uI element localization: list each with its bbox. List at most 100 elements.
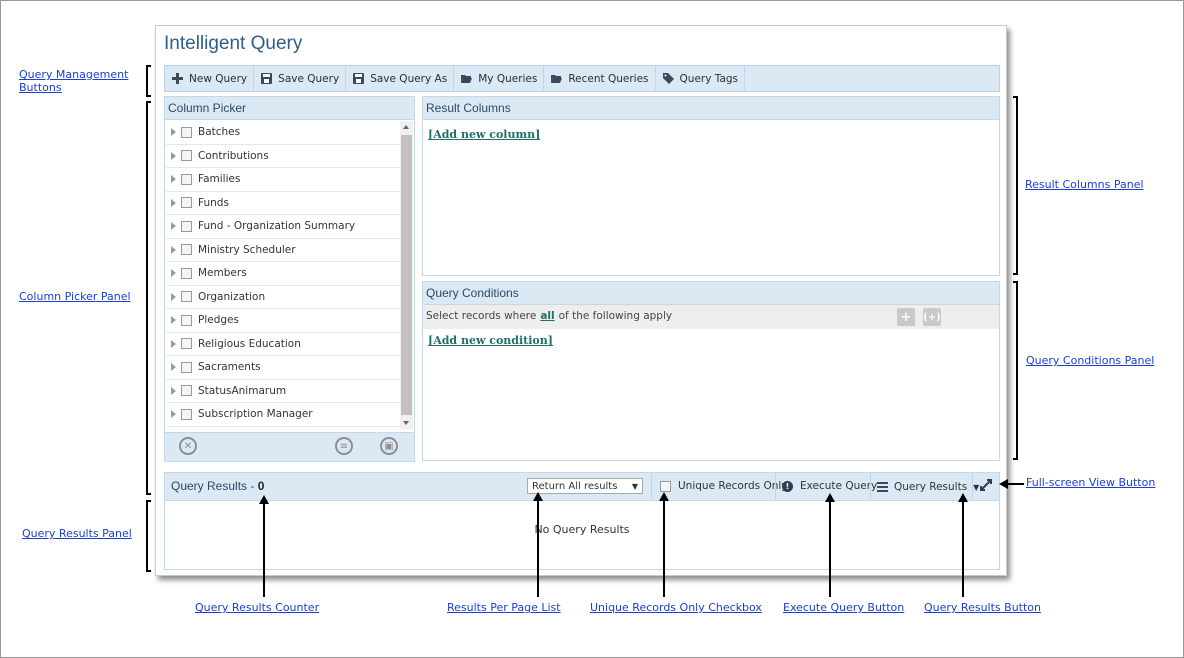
new-query-label: New Query — [189, 72, 248, 85]
query-results-count: 0 — [257, 479, 265, 493]
my-queries-button[interactable]: My Queries — [454, 66, 545, 91]
column-picker-item[interactable]: Contributions — [166, 145, 399, 168]
checkbox-icon[interactable] — [181, 408, 192, 420]
expand-triangle-icon[interactable] — [171, 292, 176, 301]
expand-triangle-icon[interactable] — [171, 222, 176, 231]
checkbox-icon[interactable] — [181, 220, 192, 232]
save-query-as-button[interactable]: Save Query As — [346, 66, 455, 91]
column-picker-item[interactable]: Families — [166, 168, 399, 192]
expand-triangle-icon[interactable] — [171, 198, 176, 207]
add-group-icon[interactable]: (+) — [923, 308, 941, 326]
checkbox-icon[interactable] — [181, 338, 192, 350]
column-picker-item-label: Subscription Manager — [198, 408, 313, 421]
annotation-fullscreen-button[interactable]: Full-screen View Button — [1026, 476, 1155, 489]
query-management-toolbar: New Query Save Query Save Query As My Qu… — [164, 65, 1000, 92]
column-picker-footer: ✕ ≡ ▣ — [165, 432, 414, 461]
query-tags-button[interactable]: Query Tags — [656, 66, 746, 91]
expand-triangle-icon[interactable] — [171, 410, 176, 419]
new-query-button[interactable]: New Query — [165, 66, 255, 91]
annotation-query-conditions-panel[interactable]: Query Conditions Panel — [1026, 354, 1154, 367]
checkbox-icon[interactable] — [181, 314, 192, 326]
query-conditions-panel: Query Conditions Select records where all… — [422, 281, 1000, 461]
expand-triangle-icon[interactable] — [171, 245, 176, 254]
annotation-results-per-page[interactable]: Results Per Page List — [447, 601, 561, 614]
results-per-page-select[interactable]: Return All results ▼ — [527, 478, 643, 494]
recent-queries-button[interactable]: Recent Queries — [544, 66, 656, 91]
checkbox-icon[interactable] — [181, 197, 192, 209]
column-picker-item[interactable]: Ministry Scheduler — [166, 239, 399, 262]
bracket-column-picker — [146, 101, 151, 495]
result-columns-panel: Result Columns [Add new column] — [422, 96, 1000, 276]
scroll-up-arrow-icon[interactable] — [403, 125, 409, 129]
annotation-query-results-panel[interactable]: Query Results Panel — [22, 527, 132, 540]
expand-triangle-icon[interactable] — [171, 316, 176, 325]
tags-icon — [662, 73, 674, 84]
checkbox-icon[interactable] — [181, 267, 192, 279]
expand-triangle-icon[interactable] — [171, 128, 176, 137]
expand-list-icon[interactable]: ≡ — [335, 437, 353, 455]
add-condition-plus-icon[interactable]: + — [897, 308, 915, 326]
expand-triangle-icon[interactable] — [171, 269, 176, 278]
separator — [972, 473, 973, 500]
unique-records-checkbox[interactable]: Unique Records Only — [660, 480, 788, 492]
add-new-condition-link[interactable]: [Add new condition] — [428, 334, 553, 347]
column-picker-item[interactable]: Members — [166, 262, 399, 286]
column-picker-item-label: Members — [198, 267, 247, 280]
column-picker-item-label: Ministry Scheduler — [198, 243, 296, 256]
expand-triangle-icon[interactable] — [171, 175, 176, 184]
column-picker-item[interactable]: StatusAnimarum — [166, 380, 399, 403]
column-picker-scrollbar[interactable] — [400, 121, 413, 429]
query-results-title: Query Results - — [171, 479, 258, 493]
scroll-thumb[interactable] — [401, 135, 412, 415]
add-new-column-link[interactable]: [Add new column] — [428, 128, 540, 141]
column-picker-item[interactable]: Fund - Organization Summary — [166, 215, 399, 239]
fullscreen-view-button[interactable] — [980, 479, 992, 491]
column-picker-item-label: Contributions — [198, 149, 269, 162]
checkbox-icon[interactable] — [181, 126, 192, 138]
annotation-execute-button[interactable]: Execute Query Button — [783, 601, 904, 614]
query-results-button[interactable]: Query Results ▼ — [877, 480, 979, 494]
expand-triangle-icon[interactable] — [171, 151, 176, 160]
expand-triangle-icon[interactable] — [171, 363, 176, 372]
column-picker-item-label: Families — [198, 173, 241, 186]
execute-query-button[interactable]: ! Execute Query — [782, 480, 877, 492]
checkbox-icon[interactable] — [181, 173, 192, 185]
annotation-unique-checkbox[interactable]: Unique Records Only Checkbox — [590, 601, 762, 614]
checkbox-icon[interactable] — [181, 361, 192, 373]
annotation-results-button[interactable]: Query Results Button — [924, 601, 1041, 614]
annotation-query-management[interactable]: Query Management Buttons — [19, 68, 128, 94]
column-picker-item-label: Fund - Organization Summary — [198, 220, 356, 233]
scroll-down-arrow-icon[interactable] — [403, 421, 409, 425]
checkbox-icon[interactable] — [181, 244, 192, 256]
save-query-button[interactable]: Save Query — [254, 66, 347, 91]
checkbox-icon[interactable] — [181, 385, 192, 397]
save-icon — [353, 73, 365, 84]
annotation-results-counter[interactable]: Query Results Counter — [195, 601, 319, 614]
column-picker-item[interactable]: Funds — [166, 192, 399, 215]
expand-triangle-icon[interactable] — [171, 339, 176, 348]
column-picker-item[interactable]: Subscription Manager — [166, 403, 399, 427]
select-prefix: Select records where — [426, 310, 537, 322]
clear-selection-icon[interactable]: ✕ — [179, 437, 197, 455]
checkbox-icon[interactable] — [660, 480, 671, 492]
column-picker-item[interactable]: Batches — [166, 121, 399, 145]
expand-triangle-icon[interactable] — [171, 386, 176, 395]
page-title: Intelligent Query — [164, 33, 303, 54]
column-picker-item[interactable]: Organization — [166, 286, 399, 309]
match-mode-link[interactable]: all — [540, 310, 554, 322]
save-icon — [261, 73, 273, 84]
column-picker-item[interactable]: Pledges — [166, 309, 399, 333]
column-picker-item[interactable]: Custom Member Fields — [166, 427, 399, 430]
plus-icon — [172, 73, 183, 84]
arrow-line-results-counter — [263, 503, 265, 597]
recent-queries-label: Recent Queries — [568, 72, 649, 85]
column-picker-item-label: Pledges — [198, 314, 239, 327]
table-view-icon[interactable]: ▣ — [380, 437, 398, 455]
column-picker-item[interactable]: Religious Education — [166, 333, 399, 356]
annotation-column-picker-panel[interactable]: Column Picker Panel — [19, 290, 131, 303]
checkbox-icon[interactable] — [181, 150, 192, 162]
checkbox-icon[interactable] — [181, 291, 192, 303]
separator — [651, 473, 652, 500]
column-picker-item[interactable]: Sacraments — [166, 356, 399, 380]
annotation-result-columns-panel[interactable]: Result Columns Panel — [1025, 178, 1144, 191]
